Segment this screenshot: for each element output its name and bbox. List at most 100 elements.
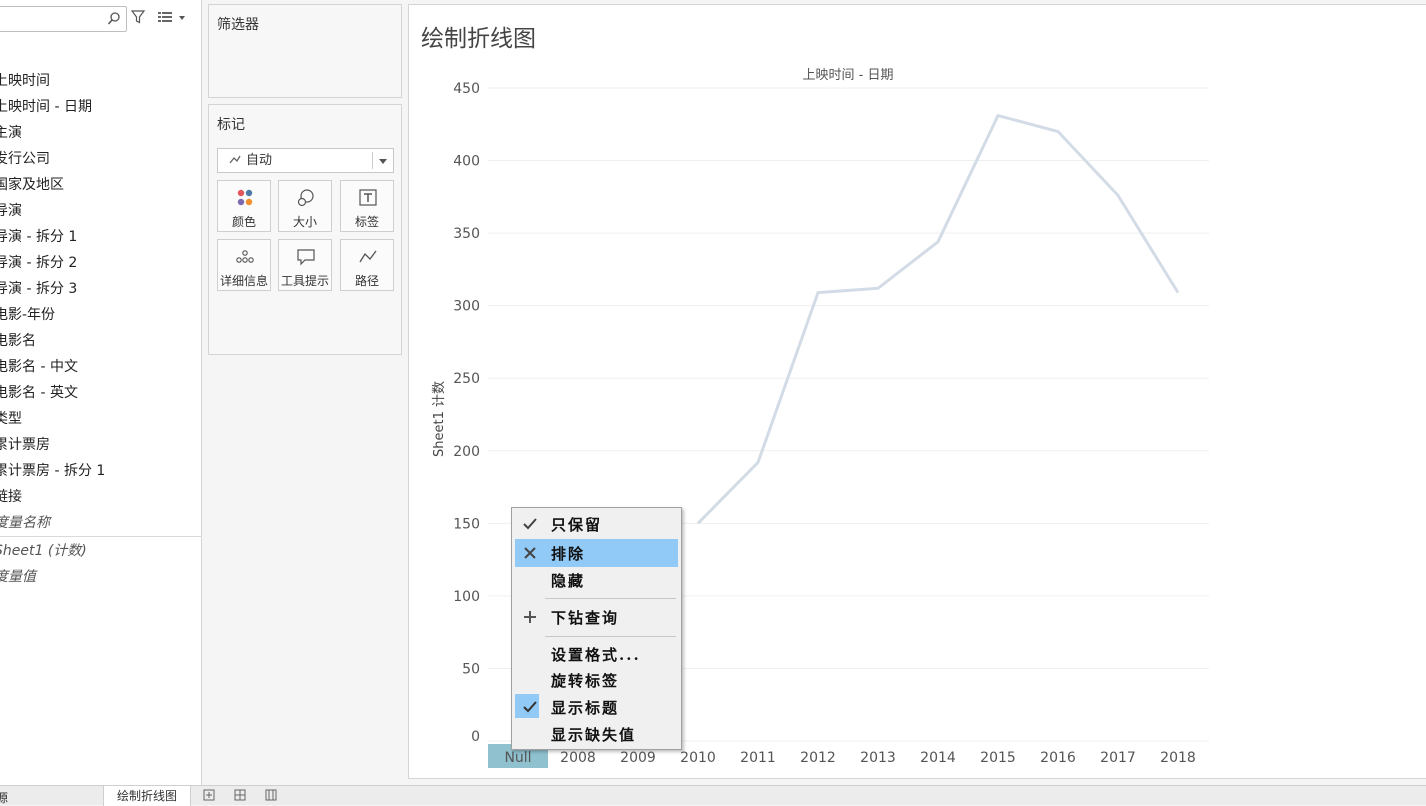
field-item[interactable]: 度量名称 bbox=[0, 511, 50, 535]
field-item[interactable]: 发行公司 bbox=[0, 147, 50, 171]
label-icon bbox=[359, 189, 377, 206]
tooltip-label: 工具提示 bbox=[280, 274, 329, 288]
checked-icon bbox=[523, 701, 537, 713]
search-icon[interactable] bbox=[107, 11, 121, 27]
size-label: 大小 bbox=[292, 215, 317, 229]
y-axis-label: Sheet1 计数 bbox=[432, 381, 447, 457]
field-item[interactable]: 电影名 - 英文 bbox=[0, 381, 78, 405]
x-tick-label[interactable]: 2010 bbox=[680, 750, 716, 766]
new-dashboard-icon[interactable] bbox=[234, 789, 246, 801]
menu-item-format[interactable]: 设置格式... bbox=[515, 641, 678, 667]
field-item[interactable]: 国家及地区 bbox=[0, 173, 64, 197]
marks-card: 标记 自动 颜色 大小 标签 详细信息 工具提示 路径 bbox=[208, 104, 402, 355]
search-input[interactable] bbox=[0, 6, 127, 32]
label-button[interactable]: 标签 bbox=[340, 180, 394, 232]
filter-icon[interactable] bbox=[131, 10, 145, 24]
x-tick-label[interactable]: 2011 bbox=[740, 750, 776, 766]
menu-label: 只保留 bbox=[551, 516, 603, 534]
y-tick-label: 50 bbox=[462, 661, 480, 677]
context-menu: 只保留 排除 隐藏 下钻查询 设置格式... 旋转标签 显示标题 显示缺失值 bbox=[511, 507, 682, 750]
y-tick-label: 250 bbox=[453, 371, 480, 387]
menu-item-keep-only[interactable]: 只保留 bbox=[515, 511, 678, 537]
menu-label: 旋转标签 bbox=[551, 672, 620, 690]
y-tick-label: 400 bbox=[453, 154, 480, 170]
x-tick-label[interactable]: 2008 bbox=[560, 750, 596, 766]
x-tick-label[interactable]: Null bbox=[504, 750, 531, 766]
series-lines[interactable] bbox=[696, 114, 1180, 525]
measure-item[interactable]: Sheet1 (计数) bbox=[0, 539, 87, 563]
check-icon bbox=[523, 518, 537, 530]
filters-title: 筛选器 bbox=[217, 17, 259, 33]
detail-button[interactable]: 详细信息 bbox=[217, 239, 271, 291]
tab-data-source[interactable]: 源 bbox=[0, 789, 8, 806]
field-item[interactable]: 主演 bbox=[0, 121, 22, 145]
field-item[interactable]: 导演 - 拆分 1 bbox=[0, 225, 77, 249]
detail-label: 详细信息 bbox=[219, 274, 268, 288]
new-worksheet-icon[interactable] bbox=[203, 789, 215, 801]
detail-icon bbox=[236, 250, 254, 263]
y-tick-label: 300 bbox=[453, 299, 480, 315]
tab-sheet[interactable]: 绘制折线图 bbox=[103, 786, 191, 806]
menu-label: 设置格式... bbox=[551, 646, 641, 664]
field-item[interactable]: 类型 bbox=[0, 407, 22, 431]
field-item[interactable]: 电影名 - 中文 bbox=[0, 355, 78, 379]
sheet-tab-bar: 源 绘制折线图 bbox=[0, 785, 1426, 806]
size-icon bbox=[297, 189, 314, 207]
label-label: 标签 bbox=[354, 215, 379, 229]
menu-item-exclude[interactable]: 排除 bbox=[515, 539, 678, 567]
color-button[interactable]: 颜色 bbox=[217, 180, 271, 232]
x-tick-label[interactable]: 2018 bbox=[1160, 750, 1196, 766]
x-tick-label[interactable]: 2016 bbox=[1040, 750, 1076, 766]
menu-label: 显示缺失值 bbox=[551, 726, 637, 744]
chevron-down-icon[interactable] bbox=[179, 16, 185, 20]
filters-shelf[interactable]: 筛选器 bbox=[208, 4, 402, 98]
series-line[interactable] bbox=[696, 114, 1180, 525]
field-item[interactable]: 导演 - 拆分 2 bbox=[0, 251, 77, 275]
menu-label: 隐藏 bbox=[551, 572, 586, 590]
x-tick-label[interactable]: 2014 bbox=[920, 750, 956, 766]
x-icon bbox=[524, 547, 536, 559]
x-tick-label[interactable]: 2012 bbox=[800, 750, 836, 766]
x-tick-label[interactable]: 2017 bbox=[1100, 750, 1136, 766]
marks-title: 标记 bbox=[217, 117, 245, 133]
list-view-icon[interactable] bbox=[158, 12, 172, 22]
field-item[interactable]: 上映时间 bbox=[0, 69, 50, 93]
field-item[interactable]: 上映时间 - 日期 bbox=[0, 95, 92, 119]
tooltip-button[interactable]: 工具提示 bbox=[278, 239, 332, 291]
line-chart-icon bbox=[229, 155, 241, 164]
path-button[interactable]: 路径 bbox=[340, 239, 394, 291]
y-tick-label: 450 bbox=[453, 81, 480, 97]
mark-type-dropdown[interactable]: 自动 bbox=[217, 148, 394, 173]
field-item[interactable]: 导演 bbox=[0, 199, 22, 223]
dropdown-separator bbox=[372, 152, 373, 169]
tooltip-icon bbox=[297, 249, 315, 266]
field-item[interactable]: 链接 bbox=[0, 485, 22, 509]
menu-separator bbox=[545, 598, 676, 599]
mark-type-value: 自动 bbox=[246, 153, 273, 168]
menu-item-show-header[interactable]: 显示标题 bbox=[515, 694, 678, 720]
divider bbox=[0, 536, 202, 537]
field-item[interactable]: 累计票房 bbox=[0, 433, 50, 457]
y-tick-label: 200 bbox=[453, 444, 480, 460]
chevron-down-icon[interactable] bbox=[379, 159, 387, 164]
menu-item-show-missing[interactable]: 显示缺失值 bbox=[515, 721, 678, 747]
menu-item-rotate-labels[interactable]: 旋转标签 bbox=[515, 667, 678, 693]
field-item[interactable]: 电影名 bbox=[0, 329, 36, 353]
color-label: 颜色 bbox=[231, 215, 256, 229]
x-tick-label[interactable]: 2009 bbox=[620, 750, 656, 766]
size-button[interactable]: 大小 bbox=[278, 180, 332, 232]
x-tick-label[interactable]: 2015 bbox=[980, 750, 1016, 766]
new-story-icon[interactable] bbox=[265, 789, 277, 801]
y-axis: 0 50 100 150 200 250 300 350 400 450 bbox=[453, 81, 480, 745]
x-axis[interactable]: Null 2008 2009 2010 2011 2012 2013 2014 2015 2016… bbox=[504, 750, 1195, 766]
measure-item[interactable]: 度量值 bbox=[0, 565, 36, 589]
menu-item-drill-down[interactable]: 下钻查询 bbox=[515, 604, 678, 630]
field-item[interactable]: 导演 - 拆分 3 bbox=[0, 277, 77, 301]
field-item[interactable]: 累计票房 - 拆分 1 bbox=[0, 459, 105, 483]
y-tick-label: 0 bbox=[471, 729, 480, 745]
menu-item-hide[interactable]: 隐藏 bbox=[515, 567, 678, 593]
field-item[interactable]: 电影-年份 bbox=[0, 303, 55, 327]
x-tick-label[interactable]: 2013 bbox=[860, 750, 896, 766]
y-tick-label: 150 bbox=[453, 516, 480, 532]
plus-icon bbox=[524, 611, 536, 623]
